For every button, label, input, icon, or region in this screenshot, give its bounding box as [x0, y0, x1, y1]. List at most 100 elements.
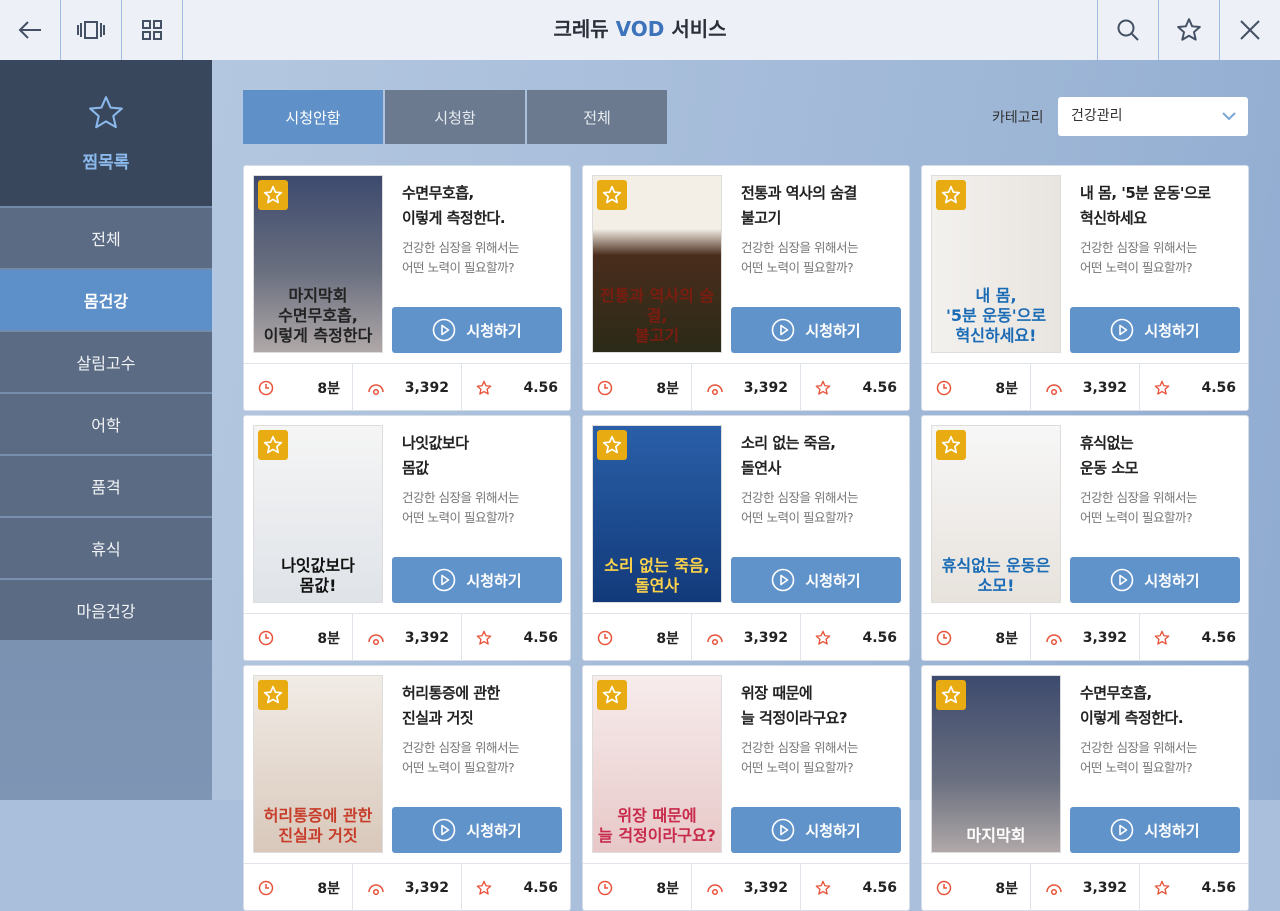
favorites-button[interactable] — [1158, 0, 1219, 60]
sidebar-item[interactable]: 살림고수 — [0, 332, 212, 392]
rating-stat: 4.56 — [801, 364, 909, 411]
search-button[interactable] — [1097, 0, 1158, 60]
watch-button[interactable]: 시청하기 — [1070, 557, 1240, 603]
top-bar: 크레듀 VOD 서비스 — [0, 0, 1280, 60]
sidebar-item[interactable]: 품격 — [0, 456, 212, 516]
duration-value: 8분 — [317, 380, 340, 397]
watch-button[interactable]: 시청하기 — [731, 557, 901, 603]
rating-value: 4.56 — [523, 379, 558, 396]
category-label: 카테고리 — [992, 110, 1044, 126]
vod-card: 내 몸, '5분 운동'으로 혁신하세요! 내 몸, '5분 운동'으로 혁신하… — [921, 165, 1249, 411]
favorite-toggle[interactable] — [258, 430, 288, 460]
vod-description: 건강한 심장을 위해서는 어떤 노력이 필요할까? — [1080, 740, 1197, 775]
favorite-toggle[interactable] — [597, 680, 627, 710]
vod-description: 건강한 심장을 위해서는 어떤 노력이 필요할까? — [402, 490, 519, 525]
thumbnail-caption: 휴식없는 운동은 소모! — [941, 556, 1051, 595]
star-icon — [263, 185, 283, 204]
watch-label: 시청하기 — [466, 821, 522, 840]
close-button[interactable] — [1219, 0, 1280, 60]
clock-icon — [597, 880, 613, 895]
sidebar-item-label: 품격 — [91, 478, 121, 497]
views-value: 3,392 — [404, 879, 449, 896]
play-icon — [772, 568, 795, 592]
watch-label: 시청하기 — [805, 571, 861, 590]
vod-stats: 8분 3,392 4.56 — [244, 363, 570, 411]
rating-value: 4.56 — [1201, 629, 1236, 646]
vod-thumbnail[interactable]: 휴식없는 운동은 소모! — [931, 425, 1061, 603]
filter-tab[interactable]: 전체 — [527, 90, 667, 144]
views-stat: 3,392 — [353, 864, 462, 911]
duration-stat: 8분 — [583, 614, 692, 661]
star-icon — [941, 435, 961, 454]
watch-button[interactable]: 시청하기 — [392, 557, 562, 603]
watch-label: 시청하기 — [1144, 571, 1200, 590]
sidebar-item[interactable]: 마음건강 — [0, 580, 212, 640]
thumbnail-caption: 위장 때문에 늘 걱정이라구요? — [598, 806, 716, 845]
vod-thumbnail[interactable]: 내 몸, '5분 운동'으로 혁신하세요! — [931, 175, 1061, 353]
vod-thumbnail[interactable]: 허리통증에 관한 진실과 거짓 — [253, 675, 383, 853]
rating-value: 4.56 — [862, 379, 897, 396]
favorite-toggle[interactable] — [597, 180, 627, 210]
watch-label: 시청하기 — [1144, 321, 1200, 340]
vod-thumbnail[interactable]: 나잇값보다 몸값! — [253, 425, 383, 603]
tab-label: 시청함 — [434, 108, 476, 127]
favorite-toggle[interactable] — [597, 430, 627, 460]
vod-thumbnail[interactable]: 마지막회 수면무호흡, 이렇게 측정한다 — [253, 175, 383, 353]
vod-thumbnail[interactable]: 소리 없는 죽음, 돌연사 — [592, 425, 722, 603]
watch-button[interactable]: 시청하기 — [731, 307, 901, 353]
vod-thumbnail[interactable]: 전통과 역사의 숨결, 불고기 — [592, 175, 722, 353]
sidebar-item[interactable]: 어학 — [0, 394, 212, 454]
watch-button[interactable]: 시청하기 — [1070, 807, 1240, 853]
filter-tab[interactable]: 시청함 — [385, 90, 525, 144]
rating-stat: 4.56 — [1140, 614, 1248, 661]
watch-button[interactable]: 시청하기 — [1070, 307, 1240, 353]
duration-value: 8분 — [995, 380, 1018, 397]
vod-thumbnail[interactable]: 마지막회 — [931, 675, 1061, 853]
sidebar-item[interactable]: 휴식 — [0, 518, 212, 578]
favorite-toggle[interactable] — [936, 180, 966, 210]
vod-thumbnail[interactable]: 위장 때문에 늘 걱정이라구요? — [592, 675, 722, 853]
favorite-toggle[interactable] — [258, 180, 288, 210]
favorite-toggle[interactable] — [936, 430, 966, 460]
duration-stat: 8분 — [922, 864, 1031, 911]
thumbnail-caption: 소리 없는 죽음, 돌연사 — [604, 556, 710, 595]
duration-value: 8분 — [317, 630, 340, 647]
vod-title: 허리통증에 관한 진실과 거짓 — [402, 684, 500, 727]
vod-card: 위장 때문에 늘 걱정이라구요? 위장 때문에 늘 걱정이라구요? 건강한 심장… — [582, 665, 910, 911]
duration-stat: 8분 — [922, 364, 1031, 411]
favorites-header[interactable]: 찜목록 — [0, 60, 212, 206]
sidebar-item-label: 어학 — [91, 416, 121, 435]
vod-stats: 8분 3,392 4.56 — [922, 363, 1248, 411]
vod-description: 건강한 심장을 위해서는 어떤 노력이 필요할까? — [1080, 240, 1197, 275]
thumbnail-caption: 내 몸, '5분 운동'으로 혁신하세요! — [945, 286, 1047, 345]
watch-button[interactable]: 시청하기 — [392, 307, 562, 353]
watch-label: 시청하기 — [805, 821, 861, 840]
sidebar-item[interactable]: 몸건강 — [0, 270, 212, 330]
thumbnail-caption: 마지막회 수면무호흡, 이렇게 측정한다 — [263, 286, 373, 345]
star-icon — [815, 880, 831, 895]
favorite-toggle[interactable] — [936, 680, 966, 710]
sidebar-item[interactable]: 전체 — [0, 208, 212, 268]
favorite-toggle[interactable] — [258, 680, 288, 710]
filter-tab[interactable]: 시청안함 — [243, 90, 383, 144]
watch-label: 시청하기 — [466, 571, 522, 590]
watch-label: 시청하기 — [1144, 821, 1200, 840]
carousel-view-button[interactable] — [61, 0, 122, 60]
watch-button[interactable]: 시청하기 — [731, 807, 901, 853]
vod-title: 위장 때문에 늘 걱정이라구요? — [741, 684, 848, 727]
views-value: 3,392 — [1082, 379, 1127, 396]
vod-description: 건강한 심장을 위해서는 어떤 노력이 필요할까? — [402, 240, 519, 275]
grid-view-button[interactable] — [122, 0, 183, 60]
star-icon — [476, 630, 492, 645]
views-stat: 3,392 — [353, 614, 462, 661]
views-value: 3,392 — [404, 629, 449, 646]
carousel-icon — [77, 21, 105, 39]
rating-stat: 4.56 — [801, 864, 909, 911]
category-select[interactable]: 건강관리 — [1058, 97, 1248, 136]
sidebar-item-label: 전체 — [91, 230, 121, 249]
watch-button[interactable]: 시청하기 — [392, 807, 562, 853]
back-button[interactable] — [0, 0, 61, 60]
vod-card: 전통과 역사의 숨결, 불고기 전통과 역사의 숨결 불고기 건강한 심장을 위… — [582, 165, 910, 411]
play-icon — [433, 318, 456, 342]
star-icon — [815, 630, 831, 645]
